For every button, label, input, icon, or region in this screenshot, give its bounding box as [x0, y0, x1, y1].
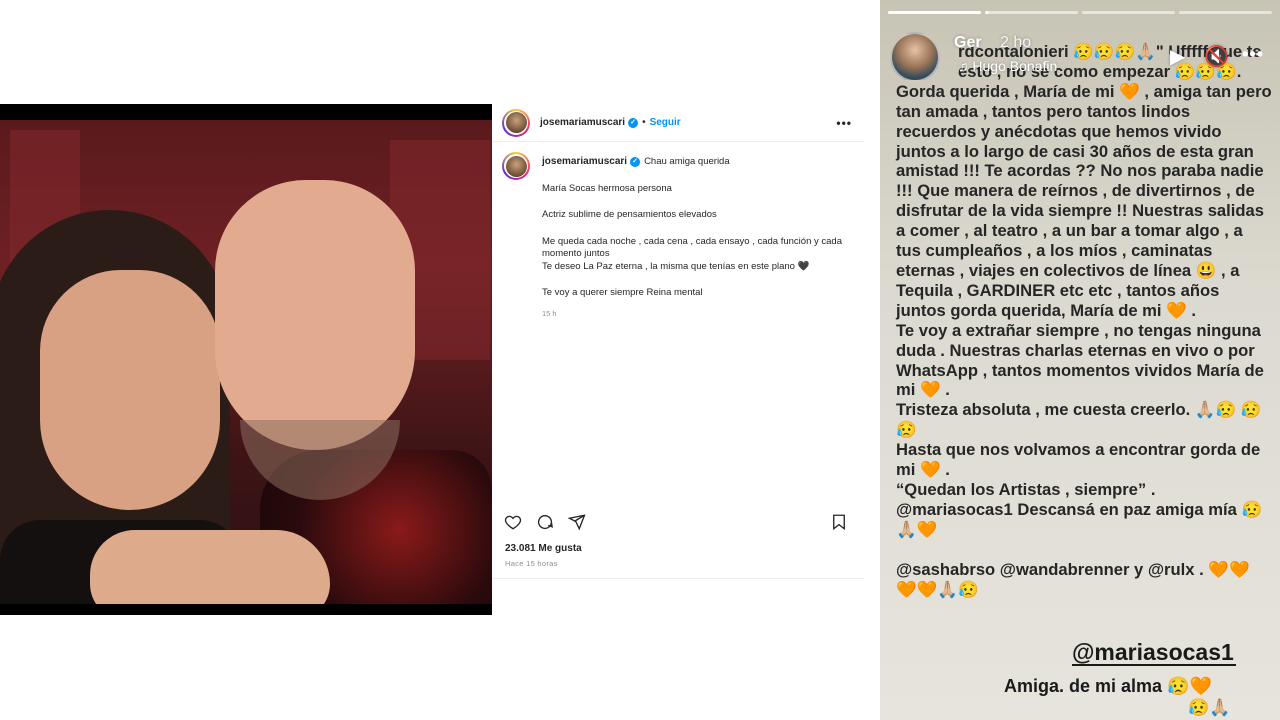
avatar-image [505, 155, 527, 177]
mention-sticker[interactable]: @mariasocas1 [1072, 640, 1236, 666]
story-progress [888, 11, 1272, 14]
hands [90, 530, 330, 604]
story-paragraph: Gorda querida , María de mi 🧡 , amiga ta… [896, 81, 1272, 320]
caption-time: 15 h [542, 308, 557, 318]
story-text-block: rdcontalonieri 😥😥😥🙏🏼" Ufffff que te esto… [896, 42, 1272, 599]
caption-line: Te deseo La Paz eterna , la misma que te… [542, 260, 810, 272]
caption-first-line: josemariamuscari ✓ Chau amiga querida [542, 156, 852, 169]
posted-ago: Hace 15 horas [505, 559, 558, 568]
story-music-label[interactable]: ♫ Hugo Bonafin [958, 58, 1057, 74]
progress-segment [1179, 11, 1272, 14]
post-sidebar: josemariamuscari ✓ • Seguir ••• josemari… [492, 104, 864, 579]
progress-segment [985, 11, 1078, 14]
post-caption: josemariamuscari ✓ Chau amiga querida Ma… [492, 142, 864, 320]
caption-text: Chau amiga querida [644, 156, 730, 167]
story-author-name[interactable]: Ger [954, 34, 982, 52]
mute-icon[interactable]: 🔇 [1204, 44, 1229, 69]
caption-line: Me queda cada noche , cada cena , cada e… [542, 235, 842, 260]
caption-avatar[interactable] [502, 152, 530, 180]
story-paragraph: Tristeza absoluta , me cuesta creerlo. 🙏… [896, 400, 1262, 440]
story-mentions: @sashabrso @wandabrenner y @rulx . 🧡🧡 🧡🧡… [896, 559, 1250, 599]
heart-icon[interactable] [504, 513, 522, 531]
man-head [215, 180, 415, 450]
post-actions [504, 512, 848, 532]
bookmark-icon[interactable] [830, 513, 848, 531]
caption-username[interactable]: josemariamuscari [542, 156, 627, 169]
author-avatar[interactable] [502, 108, 530, 137]
story-more-icon[interactable]: ••• [1242, 44, 1264, 65]
story-paragraph: Te voy a extrañar siempre , no tengas ni… [896, 320, 1264, 400]
play-icon[interactable]: ▶ [1170, 44, 1185, 69]
share-icon[interactable] [568, 513, 586, 531]
more-options-icon[interactable]: ••• [836, 116, 852, 130]
story-closing-line: Amiga. de mi alma 😥🧡 [1004, 676, 1212, 696]
post-photo[interactable] [0, 104, 492, 615]
verified-badge-icon: ✓ [628, 117, 639, 128]
author-username[interactable]: josemariamuscari [540, 117, 625, 128]
verified-badge-icon: ✓ [630, 157, 641, 168]
progress-segment [1082, 11, 1175, 14]
comment-icon[interactable] [536, 513, 554, 531]
story-time: 2 ho [1000, 34, 1032, 51]
story-bottom-emojis: 😥🙏🏼 [1188, 698, 1231, 717]
story-author-avatar[interactable] [890, 32, 940, 82]
story-panel[interactable]: rdcontalonieri 😥😥😥🙏🏼" Ufffff que te esto… [880, 0, 1280, 720]
story-paragraph: @mariasocas1 Descansá en paz amiga mía 😥… [896, 499, 1263, 539]
caption-line: Actriz sublime de pensamientos elevados [542, 209, 717, 220]
follow-button[interactable]: Seguir [650, 117, 681, 128]
caption-line: Te voy a querer siempre Reina mental [542, 287, 703, 298]
woman-face [40, 270, 220, 510]
photo-scene [0, 120, 492, 604]
progress-segment [888, 11, 981, 14]
story-paragraph: “Quedan los Artistas , siempre” . [896, 479, 1156, 499]
caption-line: María Socas hermosa persona [542, 182, 672, 194]
post-header: josemariamuscari ✓ • Seguir ••• [492, 104, 864, 142]
likes-count[interactable]: 23.081 Me gusta [505, 543, 582, 554]
separator-dot: • [642, 117, 646, 128]
avatar-image [505, 112, 527, 133]
story-paragraph: Hasta que nos volvamos a encontrar gorda… [896, 440, 1261, 480]
